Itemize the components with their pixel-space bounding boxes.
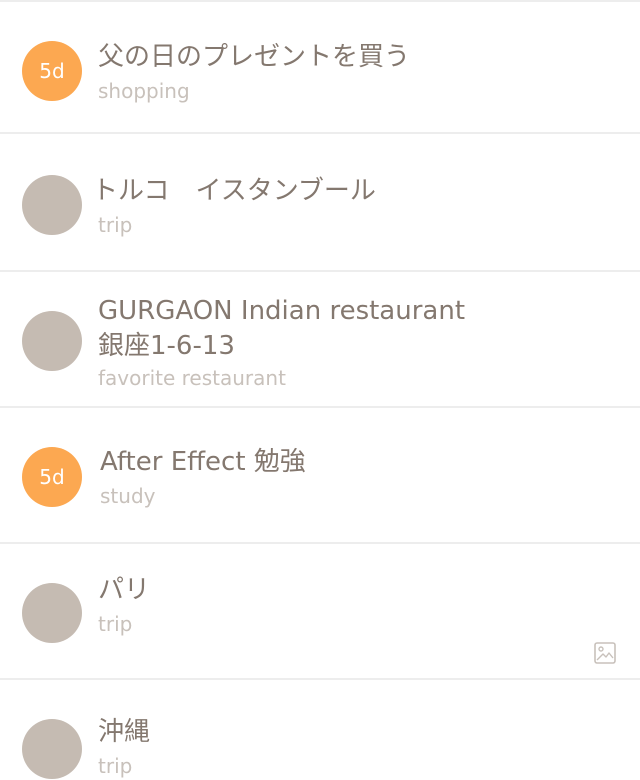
due-badge: 5d (22, 41, 82, 101)
item-category: trip (98, 612, 133, 636)
status-badge (22, 311, 82, 371)
task-list: 5d 父の日のプレゼントを買う shopping トルコ イスタンブール tri… (0, 0, 640, 780)
item-category: trip (98, 213, 133, 237)
list-item[interactable]: トルコ イスタンブール trip (0, 138, 640, 272)
status-badge (22, 583, 82, 643)
item-title: After Effect 勉強 (100, 447, 306, 477)
item-title: トルコ イスタンブール (92, 176, 376, 206)
item-category: study (100, 484, 156, 508)
status-badge (22, 719, 82, 779)
item-title: 父の日のプレゼントを買う (98, 42, 411, 72)
list-item[interactable]: 5d 父の日のプレゼントを買う shopping (0, 0, 640, 134)
item-category: trip (98, 754, 133, 778)
image-icon (594, 642, 616, 664)
list-item[interactable]: 5d After Effect 勉強 study (0, 410, 640, 544)
list-item[interactable]: パリ trip (0, 546, 640, 680)
item-title-line2: 銀座1-6-13 (98, 331, 235, 361)
status-badge (22, 175, 82, 235)
item-category: favorite restaurant (98, 366, 286, 390)
due-badge: 5d (22, 447, 82, 507)
list-item[interactable]: 沖縄 trip (0, 682, 640, 780)
item-title: 沖縄 (98, 717, 151, 747)
list-item[interactable]: GURGAON Indian restaurant 銀座1-6-13 favor… (0, 274, 640, 408)
item-title: パリ (98, 575, 151, 605)
item-category: shopping (98, 79, 190, 103)
item-title: GURGAON Indian restaurant (98, 296, 466, 326)
